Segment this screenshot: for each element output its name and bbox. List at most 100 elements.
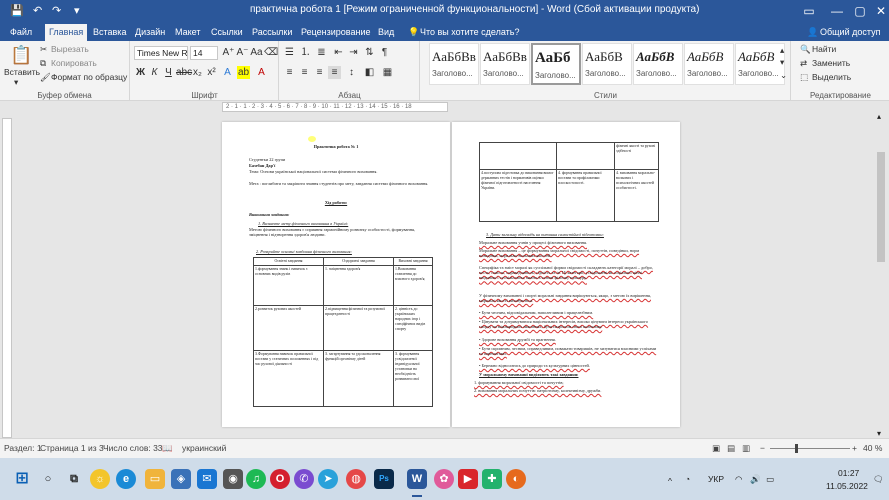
font-color-icon[interactable]: A	[255, 66, 268, 79]
copy-icon[interactable]: ⧉	[40, 58, 46, 69]
save-icon[interactable]: 💾	[10, 3, 24, 19]
align-right-icon[interactable]: ≡	[313, 66, 326, 79]
page-1[interactable]: Практична робота № 1 Студентки 22 групи …	[222, 122, 450, 427]
select-icon[interactable]: ⬚	[800, 72, 808, 83]
scroll-up-icon[interactable]: ▴	[877, 112, 881, 121]
select-button[interactable]: Выделить	[812, 72, 851, 82]
chrome-icon[interactable]: ◍	[346, 469, 366, 489]
line-spacing-icon[interactable]: ↕	[345, 66, 358, 79]
opera-icon[interactable]: O	[270, 469, 290, 489]
app-icon[interactable]: ✚	[482, 469, 502, 489]
change-case-icon[interactable]: Aa	[250, 46, 263, 59]
zoom-in-icon[interactable]: +	[852, 443, 857, 453]
paste-button[interactable]: Вставить	[4, 67, 40, 77]
style-item[interactable]: АаБбВ Заголово...	[582, 43, 632, 85]
ribbon-display-icon[interactable]: ▭	[794, 0, 824, 22]
scroll-thumb[interactable]	[877, 152, 885, 262]
underline-icon[interactable]: Ч	[162, 66, 175, 79]
telegram-icon[interactable]: ➤	[318, 469, 338, 489]
tab-insert[interactable]: Вставка	[89, 24, 130, 41]
vertical-scrollbar[interactable]: ▴ ▾	[874, 112, 889, 438]
page-2[interactable]: фізичні якості та рухові здібності 4.пос…	[452, 122, 680, 427]
tab-home[interactable]: Главная	[45, 24, 88, 41]
tab-file[interactable]: Файл	[6, 24, 36, 41]
decrease-indent-icon[interactable]: ⇤	[332, 46, 345, 59]
print-layout-icon[interactable]: ▤	[727, 443, 735, 454]
bullets-icon[interactable]: ☰	[283, 46, 296, 59]
increase-indent-icon[interactable]: ⇥	[347, 46, 360, 59]
read-mode-icon[interactable]: ▣	[712, 443, 720, 454]
horizontal-ruler[interactable]: 2 · 1 · 1 · 2 · 3 · 4 · 5 · 6 · 7 · 8 · …	[222, 102, 448, 112]
style-item[interactable]: АаБбВ Заголово...	[633, 43, 683, 85]
wifi-icon[interactable]: ◠	[735, 474, 742, 485]
zoom-slider[interactable]	[770, 448, 850, 449]
explorer-icon[interactable]: ▭	[145, 469, 165, 489]
volume-icon[interactable]: 🔊	[750, 474, 761, 485]
zoom-out-icon[interactable]: −	[760, 443, 765, 453]
edge-icon[interactable]: e	[116, 469, 136, 489]
vertical-ruler[interactable]	[2, 118, 12, 438]
mail-icon[interactable]: ✉	[197, 469, 217, 489]
tab-view[interactable]: Вид	[374, 24, 398, 41]
widgets-icon[interactable]: ☼	[90, 469, 110, 489]
share-button[interactable]: Общий доступ	[816, 24, 884, 41]
app-icon[interactable]: ✿	[434, 469, 454, 489]
styles-up-icon[interactable]: ▴	[780, 45, 784, 56]
photoshop-icon[interactable]: Ps	[374, 469, 394, 489]
tab-design[interactable]: Дизайн	[131, 24, 169, 41]
language-indicator[interactable]: украинский	[182, 443, 226, 453]
pilcrow-icon[interactable]: ¶	[378, 46, 391, 59]
justify-icon[interactable]: ≡	[328, 66, 341, 79]
copy-button[interactable]: Копировать	[51, 58, 97, 68]
close-button[interactable]: ✕	[866, 0, 889, 22]
cut-icon[interactable]: ✂	[40, 44, 47, 55]
tab-review[interactable]: Рецензирование	[297, 24, 375, 41]
zoom-slider-thumb[interactable]	[795, 444, 798, 453]
paste-dropdown-icon[interactable]: ▾	[14, 77, 18, 88]
style-item[interactable]: АаБбВ Заголово...	[684, 43, 734, 85]
page-indicator[interactable]: Страница 1 из 3	[40, 443, 104, 453]
subscript-icon[interactable]: x₂	[191, 66, 204, 79]
tell-me-search[interactable]: Что вы хотите сделать?	[416, 24, 524, 41]
web-layout-icon[interactable]: ▥	[742, 443, 750, 454]
text-effects-icon[interactable]: A	[221, 66, 234, 79]
styles-more-icon[interactable]: ⌄	[780, 70, 787, 81]
redo-icon[interactable]: ↷	[52, 3, 61, 19]
scroll-down-icon[interactable]: ▾	[877, 429, 881, 438]
font-size-input[interactable]: 14	[190, 46, 218, 60]
style-item-selected[interactable]: АаБб Заголово...	[531, 43, 581, 85]
battery-icon[interactable]: ▭	[766, 474, 774, 485]
replace-icon[interactable]: ⇄	[800, 58, 807, 69]
align-center-icon[interactable]: ≡	[298, 66, 311, 79]
app-icon[interactable]: ▶	[458, 469, 478, 489]
viber-icon[interactable]: ✆	[294, 469, 314, 489]
multilevel-icon[interactable]: ≣	[315, 46, 328, 59]
numbering-icon[interactable]: ⒈	[299, 46, 312, 59]
style-item[interactable]: АаБбВв Заголово...	[429, 43, 479, 85]
customize-qat-icon[interactable]: ▾	[74, 3, 80, 19]
replace-button[interactable]: Заменить	[812, 58, 850, 68]
shading-icon[interactable]: ◧	[363, 66, 376, 79]
find-icon[interactable]: 🔍	[800, 44, 811, 55]
spotify-icon[interactable]: ♫	[246, 469, 266, 489]
start-icon[interactable]: ⊞	[12, 469, 32, 489]
task-view-icon[interactable]: ⧉	[64, 469, 84, 489]
clear-format-icon[interactable]: ⌫	[264, 46, 278, 59]
notification-icon[interactable]: 🗨	[873, 474, 884, 485]
grow-font-icon[interactable]: A⁺	[222, 46, 235, 59]
font-name-input[interactable]: Times New R	[134, 46, 188, 60]
style-item[interactable]: АаБбВв Заголово...	[480, 43, 530, 85]
clock-time[interactable]: 01:27	[838, 468, 859, 478]
input-language[interactable]: УКР	[708, 474, 724, 484]
bold-icon[interactable]: Ж	[134, 66, 147, 79]
store-icon[interactable]: ◈	[171, 469, 191, 489]
word-icon[interactable]: W	[407, 469, 427, 489]
cut-button[interactable]: Вырезать	[51, 44, 89, 54]
paste-icon[interactable]: 📋	[10, 45, 32, 66]
superscript-icon[interactable]: x²	[205, 66, 218, 79]
proofing-icon[interactable]: 📖	[162, 443, 173, 454]
network-icon[interactable]: ◔	[685, 474, 690, 484]
camera-icon[interactable]: ◉	[223, 469, 243, 489]
find-button[interactable]: Найти	[812, 44, 836, 54]
sort-icon[interactable]: ⇅	[363, 46, 376, 59]
